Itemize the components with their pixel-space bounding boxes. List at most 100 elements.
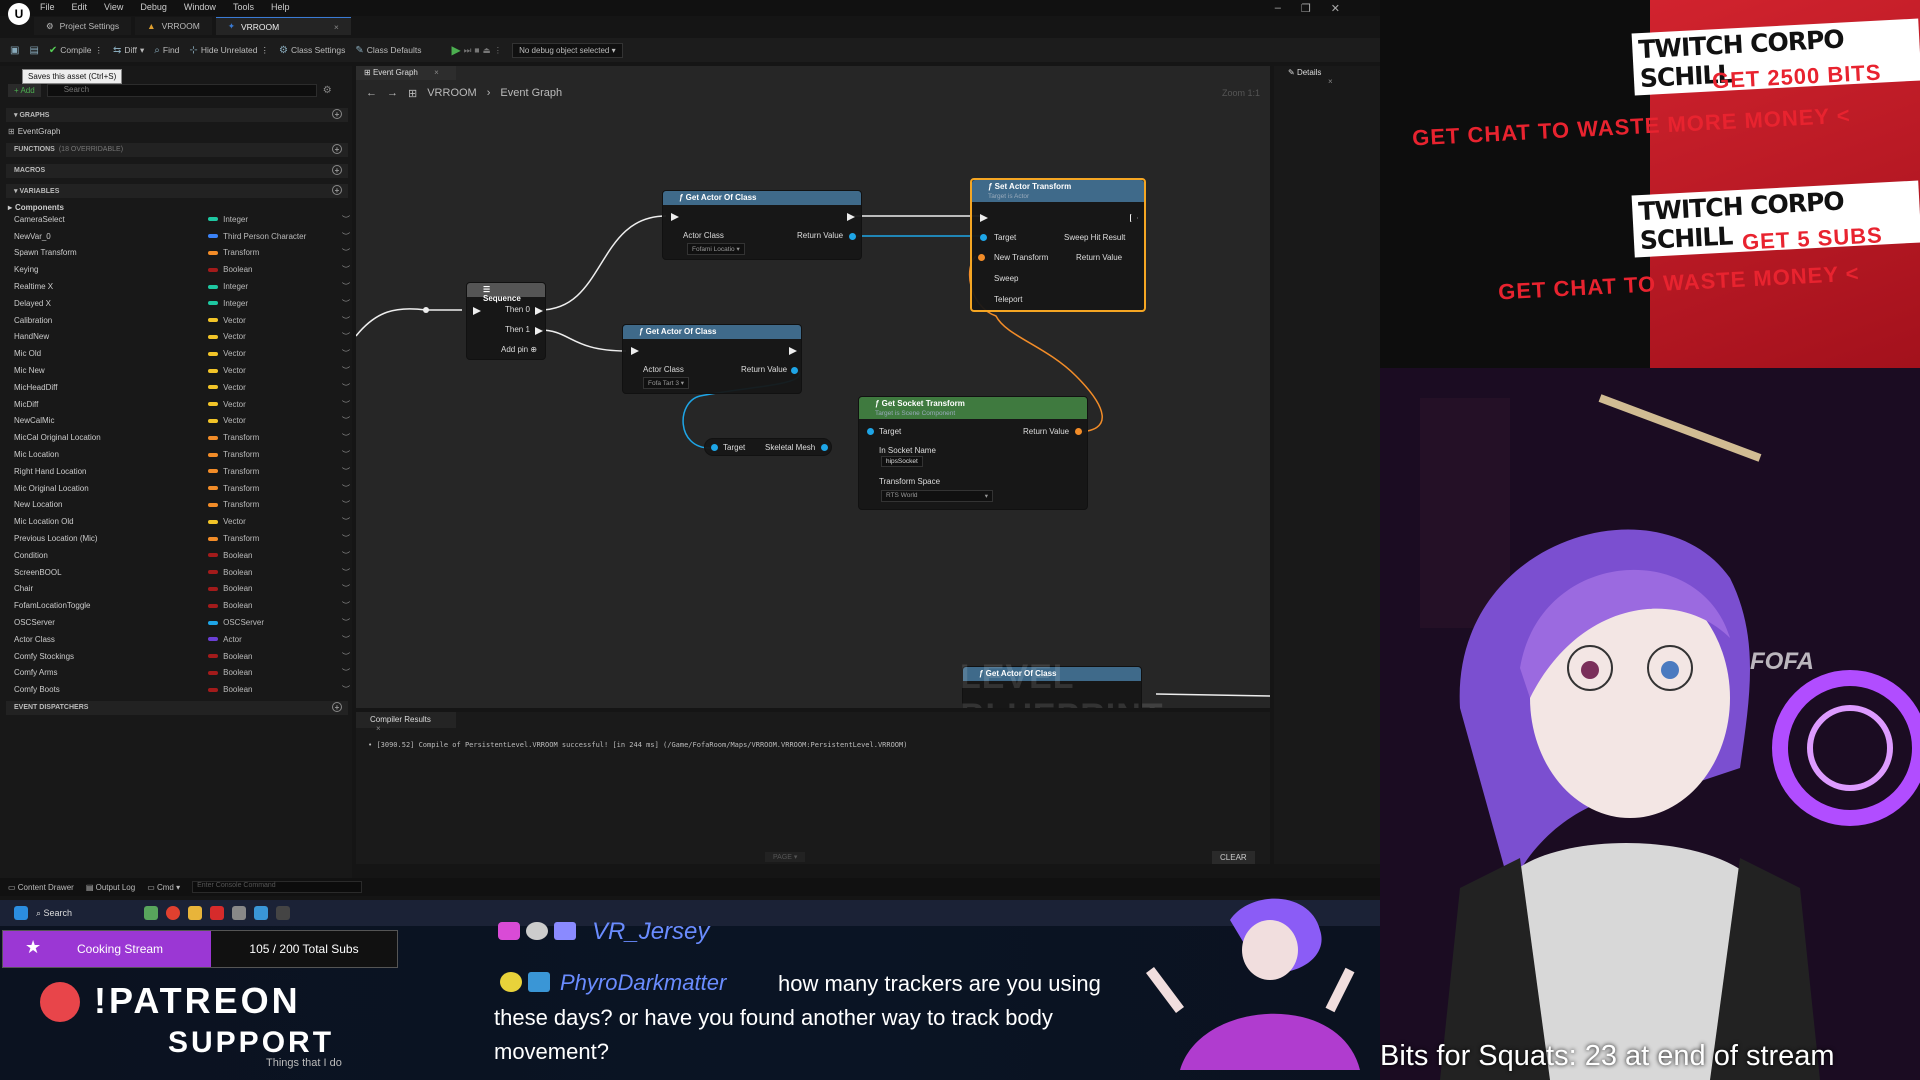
visibility-eye-icon[interactable]: ︶ [342,399,350,410]
target-pin[interactable] [711,444,718,451]
variable-item[interactable]: Mic Old Vector ︶ [14,345,350,362]
windows-start-icon[interactable] [14,906,28,920]
page-dropdown[interactable]: PAGE ▾ [765,852,806,862]
transform-space-dropdown[interactable]: RTS World ▾ [881,490,993,502]
variable-item[interactable]: ScreenBOOL Boolean ︶ [14,564,350,581]
visibility-eye-icon[interactable]: ︶ [342,348,350,359]
sequence-node[interactable]: ☰ Sequence Then 0 Then 1 Add pin ⊕ [466,282,546,360]
variable-item[interactable]: MicDiff Vector ︶ [14,396,350,413]
variable-item[interactable]: Actor Class Actor ︶ [14,631,350,648]
variable-item[interactable]: NewCalMic Vector ︶ [14,413,350,430]
variable-item[interactable]: HandNew Vector ︶ [14,329,350,346]
maximize-icon[interactable]: ❐ [1301,2,1311,15]
unreal-logo-icon[interactable]: U [8,3,30,25]
variable-item[interactable]: Chair Boolean ︶ [14,581,350,598]
visibility-eye-icon[interactable]: ︶ [342,298,350,309]
variable-item[interactable]: Mic New Vector ︶ [14,362,350,379]
browse-button[interactable]: ▤ [29,45,38,56]
class-defaults-button[interactable]: ✎ Class Defaults [355,45,421,56]
compiler-results-tab[interactable]: Compiler Results × [356,712,456,733]
set-actor-transform-node[interactable]: ƒ Set Actor Transform Target is Actor Tar… [970,178,1146,312]
find-button[interactable]: ⌕ Find [154,45,179,56]
exec-in-pin[interactable] [631,347,639,355]
section-graphs[interactable]: ▾ GRAPHS + [6,108,348,122]
socket-name-input[interactable]: hipsSocket [881,456,923,467]
return-value-pin[interactable] [791,367,798,374]
visibility-eye-icon[interactable]: ︶ [342,684,350,695]
variable-item[interactable]: Delayed X Integer ︶ [14,295,350,312]
chrome-icon[interactable] [166,906,180,920]
get-socket-transform-node[interactable]: ƒ Get Socket Transform Target is Scene Co… [858,396,1088,510]
diff-button[interactable]: ⇆ Diff ▾ [113,45,144,56]
variable-item[interactable]: Comfy Boots Boolean ︶ [14,681,350,698]
variable-item[interactable]: Spawn Transform Transform ︶ [14,245,350,262]
forward-arrow-icon[interactable]: → [387,87,398,99]
cmd-dropdown[interactable]: ▭ Cmd ▾ [147,883,180,892]
add-graph-icon[interactable]: + [332,109,342,119]
return-value-pin[interactable] [849,233,856,240]
skeletal-mesh-pin[interactable] [821,444,828,451]
visibility-eye-icon[interactable]: ︶ [342,567,350,578]
variable-item[interactable]: Comfy Stockings Boolean ︶ [14,648,350,665]
tab-project-settings[interactable]: ⚙ Project Settings [34,17,132,35]
exec-out-pin[interactable] [789,347,797,355]
taskbar-search[interactable]: ⌕ Search [36,908,136,919]
section-event-dispatchers[interactable]: EVENT DISPATCHERS + [6,701,348,715]
visibility-eye-icon[interactable]: ︶ [342,516,350,527]
add-pin-button[interactable]: Add pin ⊕ [501,345,537,354]
visibility-eye-icon[interactable]: ︶ [342,483,350,494]
visibility-eye-icon[interactable]: ︶ [342,667,350,678]
visibility-eye-icon[interactable]: ︶ [342,651,350,662]
visibility-eye-icon[interactable]: ︶ [342,432,350,443]
visibility-eye-icon[interactable]: ︶ [342,550,350,561]
new-transform-pin[interactable] [978,254,985,261]
stop-icon[interactable]: ■ [474,45,479,55]
skeletal-mesh-getter-node[interactable]: Target Skeletal Mesh [704,438,832,456]
menu-help[interactable]: Help [271,2,290,12]
visibility-eye-icon[interactable]: ︶ [342,449,350,460]
variable-item[interactable]: Comfy Arms Boolean ︶ [14,665,350,682]
actor-class-dropdown[interactable]: Fofa Tart 3 ▾ [643,377,690,389]
save-button[interactable]: ▣ [10,45,19,56]
visibility-eye-icon[interactable]: ︶ [342,466,350,477]
step-icon[interactable]: ⏭ [464,45,472,56]
exec-out-pin[interactable] [847,213,855,221]
debug-object-select[interactable]: No debug object selected ▾ [512,42,623,58]
target-pin[interactable] [867,428,874,435]
visibility-eye-icon[interactable]: ︶ [342,600,350,611]
return-value-pin[interactable] [1075,428,1082,435]
play-icon[interactable]: ▶ [452,43,461,57]
menu-window[interactable]: Window [184,2,216,12]
variable-item[interactable]: MicCal Original Location Transform ︶ [14,429,350,446]
visibility-eye-icon[interactable]: ︶ [342,617,350,628]
graph-item-eventgraph[interactable]: ⊞ EventGraph [8,123,344,140]
output-log-button[interactable]: ▤ Output Log [86,883,135,892]
actor-class-dropdown[interactable]: Fofami Locatio ▾ [687,243,745,255]
section-functions[interactable]: FUNCTIONS (18 OVERRIDABLE) + [6,143,348,157]
widgets-icon[interactable] [144,906,158,920]
file-explorer-icon[interactable] [188,906,202,920]
eject-icon[interactable]: ⏏ [483,45,491,56]
tab-vrroom-blueprint[interactable]: ✦ VRROOM × [215,17,351,35]
close-tab-icon[interactable]: × [376,724,381,733]
menu-file[interactable]: File [40,2,55,12]
add-function-icon[interactable]: + [332,144,342,154]
visibility-eye-icon[interactable]: ︶ [342,247,350,258]
visibility-eye-icon[interactable]: ︶ [342,281,350,292]
section-variables[interactable]: ▾ VARIABLES + [6,184,348,198]
visibility-eye-icon[interactable]: ︶ [342,382,350,393]
menu-tools[interactable]: Tools [233,2,254,12]
section-macros[interactable]: MACROS + [6,164,348,178]
close-tab-icon[interactable]: × [1328,77,1333,86]
breadcrumb-root[interactable]: VRROOM [427,87,477,99]
variable-item[interactable]: Previous Location (Mic) Transform ︶ [14,530,350,547]
visibility-eye-icon[interactable]: ︶ [342,415,350,426]
variable-item[interactable]: Keying Boolean ︶ [14,261,350,278]
add-macro-icon[interactable]: + [332,165,342,175]
blueprint-search-input[interactable]: Search [46,84,317,97]
visibility-eye-icon[interactable]: ︶ [342,315,350,326]
variable-item[interactable]: Right Hand Location Transform ︶ [14,463,350,480]
clear-button[interactable]: CLEAR [1212,851,1255,864]
variable-item[interactable]: Mic Original Location Transform ︶ [14,480,350,497]
visibility-eye-icon[interactable]: ︶ [342,365,350,376]
